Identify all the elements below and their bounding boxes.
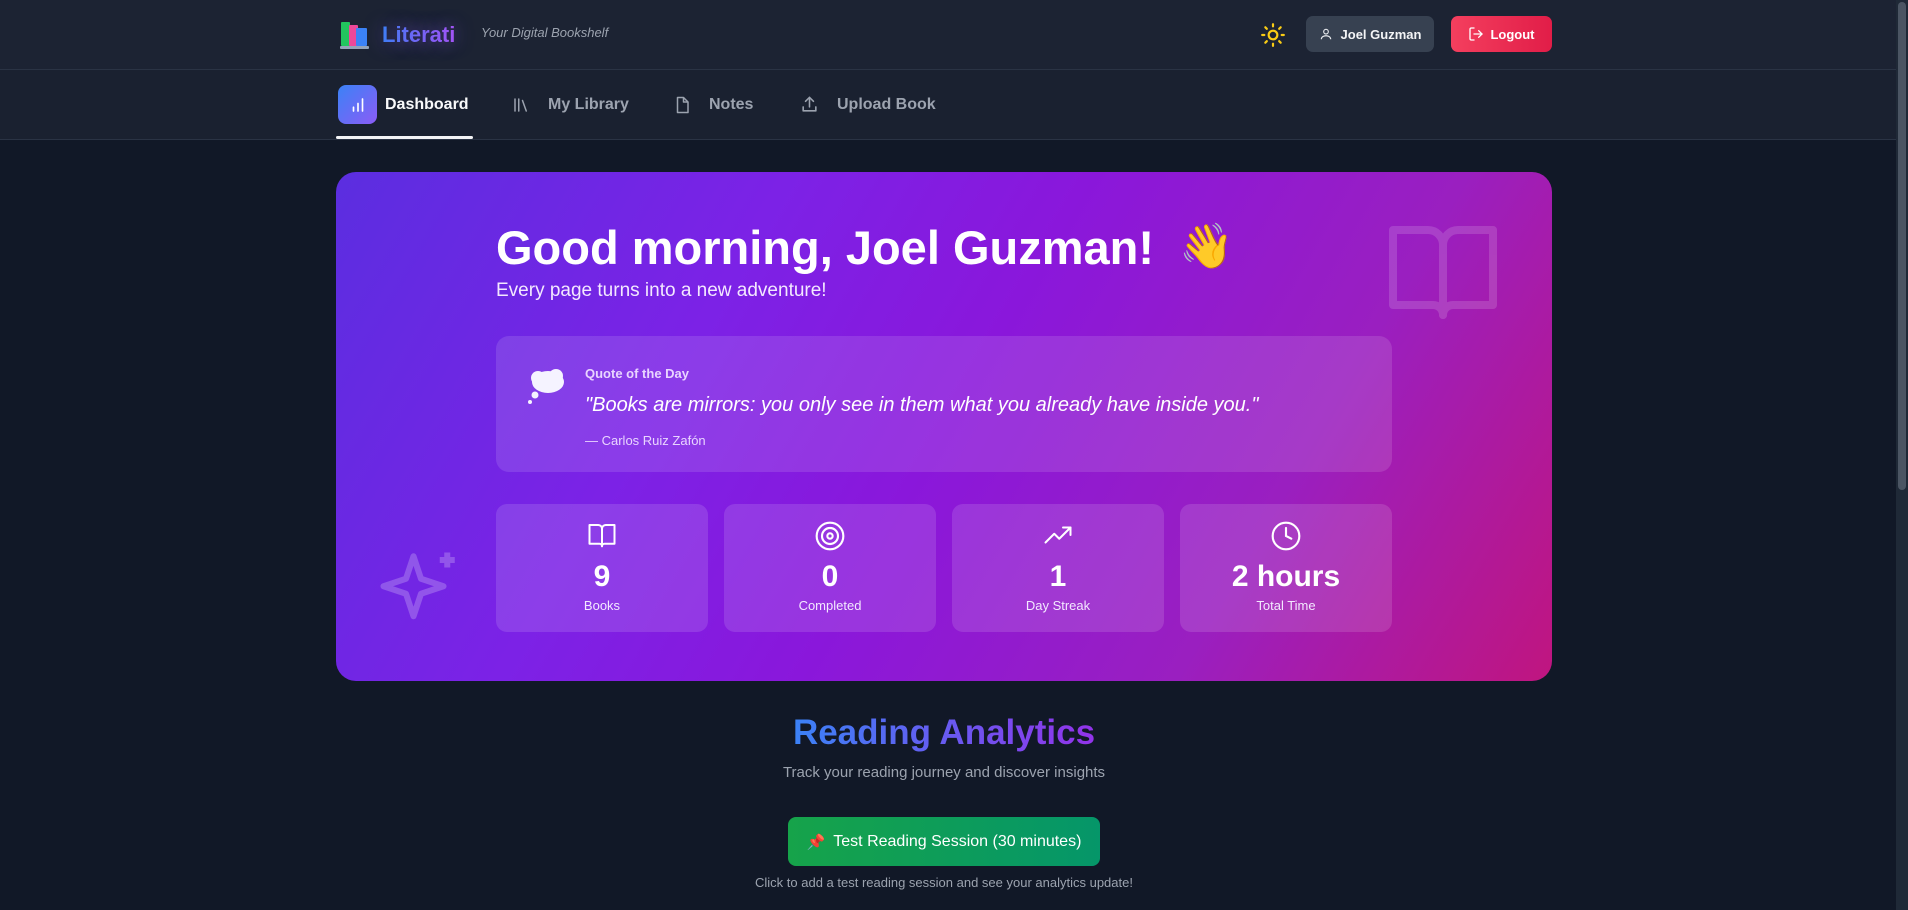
reading-analytics-subtitle: Track your reading journey and discover … bbox=[782, 764, 1106, 781]
library-icon bbox=[512, 96, 530, 114]
stat-day-streak: 1 Day Streak bbox=[952, 504, 1164, 632]
logo[interactable]: Literati bbox=[338, 18, 455, 52]
test-reading-session-label: Test Reading Session (30 minutes) bbox=[833, 832, 1082, 850]
upload-icon bbox=[800, 95, 819, 114]
stat-day-streak-value: 1 bbox=[1049, 560, 1067, 593]
tab-dashboard[interactable]: Dashboard bbox=[336, 70, 473, 139]
stat-total-time-label: Total Time bbox=[1256, 598, 1316, 613]
top-header: Literati Your Digital Bookshelf Joel Guz… bbox=[0, 0, 1896, 70]
scrollbar-thumb[interactable] bbox=[1898, 2, 1906, 490]
stat-total-time-value: 2 hours bbox=[1231, 560, 1341, 593]
tab-notes-label: Notes bbox=[709, 95, 754, 113]
books-logo-icon bbox=[338, 18, 372, 52]
logout-label: Logout bbox=[1490, 26, 1535, 42]
reading-analytics-heading: Reading Analytics bbox=[0, 713, 1888, 753]
stat-completed-value: 0 bbox=[821, 560, 839, 593]
reading-analytics-title: Reading Analytics bbox=[792, 713, 1096, 752]
tab-notes[interactable]: Notes bbox=[673, 70, 753, 139]
quote-of-the-day-card: Quote of the Day "Books are mirrors: you… bbox=[496, 336, 1392, 472]
user-profile-button[interactable]: Joel Guzman bbox=[1306, 16, 1434, 52]
pin-icon: 📌 bbox=[806, 833, 826, 851]
logout-icon bbox=[1469, 27, 1484, 41]
stat-books-value: 9 bbox=[593, 560, 611, 593]
sparkle-decoration-icon bbox=[376, 540, 466, 645]
test-session-hint: Click to add a test reading session and … bbox=[755, 875, 1133, 890]
quote-label: Quote of the Day bbox=[585, 366, 690, 381]
greeting-subtitle: Every page turns into a new adventure! bbox=[496, 280, 827, 301]
user-name: Joel Guzman bbox=[1340, 26, 1422, 42]
tab-my-library-label: My Library bbox=[548, 95, 629, 113]
waving-hand-icon: 👋 bbox=[1179, 222, 1234, 271]
user-icon bbox=[1320, 28, 1331, 40]
file-icon bbox=[673, 95, 691, 115]
tab-dashboard-label: Dashboard bbox=[385, 95, 469, 113]
trending-up-icon bbox=[952, 520, 1164, 550]
open-book-icon bbox=[496, 520, 708, 550]
logout-button[interactable]: Logout bbox=[1451, 16, 1552, 52]
bar-chart-icon bbox=[338, 85, 377, 124]
quote-author: — Carlos Ruiz Zafón bbox=[585, 433, 706, 448]
stat-books: 9 Books bbox=[496, 504, 708, 632]
welcome-card: Good morning, Joel Guzman! 👋 Every page … bbox=[336, 172, 1552, 681]
theme-toggle-sun-icon[interactable] bbox=[1260, 22, 1286, 48]
main-nav: Dashboard My Library Notes Upload Book bbox=[0, 70, 1896, 140]
tab-upload-book[interactable]: Upload Book bbox=[800, 70, 936, 139]
greeting-heading: Good morning, Joel Guzman! bbox=[496, 221, 1154, 274]
stat-completed-label: Completed bbox=[798, 598, 862, 613]
tagline: Your Digital Bookshelf bbox=[481, 25, 609, 40]
thought-bubble-icon bbox=[526, 366, 566, 411]
tab-upload-book-label: Upload Book bbox=[837, 95, 936, 113]
page-scrollbar[interactable] bbox=[1896, 0, 1908, 910]
app-name: Literati bbox=[382, 22, 456, 47]
target-icon bbox=[724, 520, 936, 552]
clock-icon bbox=[1180, 520, 1392, 552]
test-reading-session-button[interactable]: 📌 Test Reading Session (30 minutes) bbox=[788, 817, 1100, 866]
stat-books-label: Books bbox=[583, 598, 621, 613]
stat-completed: 0 Completed bbox=[724, 504, 936, 632]
stat-total-time: 2 hours Total Time bbox=[1180, 504, 1392, 632]
quote-text: "Books are mirrors: you only see in them… bbox=[585, 394, 1259, 416]
open-book-decoration-icon bbox=[1378, 210, 1508, 335]
stat-day-streak-label: Day Streak bbox=[1025, 598, 1091, 613]
tab-my-library[interactable]: My Library bbox=[512, 70, 629, 139]
